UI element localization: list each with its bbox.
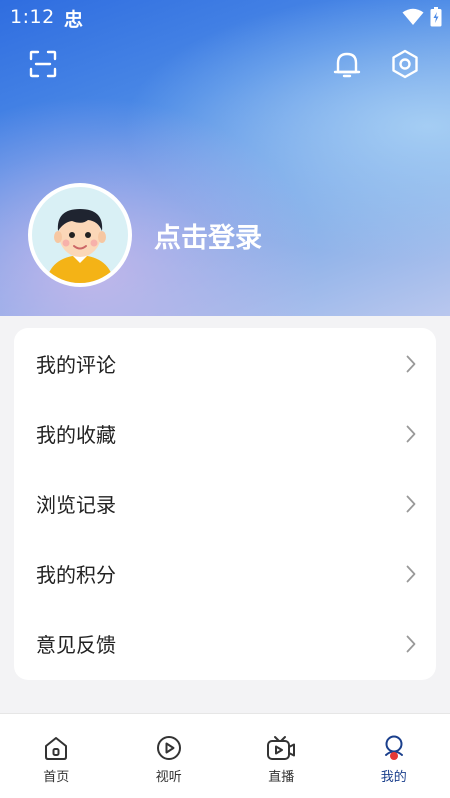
- status-app-glyph: 忠: [64, 5, 83, 32]
- tab-live[interactable]: 直播: [225, 714, 338, 798]
- tab-label: 我的: [381, 766, 407, 785]
- menu-item-label: 我的积分: [36, 559, 116, 588]
- chevron-right-icon: [406, 425, 416, 443]
- menu-card: 我的评论 我的收藏 浏览记录 我的积分 意见反馈: [14, 328, 436, 680]
- tab-label: 视听: [156, 766, 182, 785]
- chevron-right-icon: [406, 565, 416, 583]
- status-time: 1:12: [10, 6, 55, 28]
- scan-icon[interactable]: [25, 46, 61, 82]
- menu-item-history[interactable]: 浏览记录: [14, 468, 436, 538]
- chevron-right-icon: [406, 495, 416, 513]
- menu-item-label: 浏览记录: [36, 489, 116, 518]
- tab-audiovisual[interactable]: 视听: [113, 714, 226, 798]
- menu-item-favorites[interactable]: 我的收藏: [14, 398, 436, 468]
- battery-icon: [430, 7, 442, 31]
- wifi-icon: [402, 8, 424, 30]
- menu-item-comments[interactable]: 我的评论: [14, 328, 436, 398]
- cartoon-boy-avatar: [32, 187, 128, 283]
- chevron-right-icon: [406, 635, 416, 653]
- login-button[interactable]: 点击登录: [154, 216, 262, 255]
- profile-icon: [380, 734, 408, 762]
- tab-label: 直播: [268, 766, 294, 785]
- tab-label: 首页: [43, 766, 69, 785]
- bottom-tab-bar: 首页 视听 直播 我的: [0, 713, 450, 798]
- tab-mine[interactable]: 我的: [338, 714, 450, 798]
- status-bar: 1:12 忠: [0, 0, 450, 36]
- live-tv-icon: [265, 734, 297, 762]
- chevron-right-icon: [406, 355, 416, 373]
- play-circle-icon: [155, 734, 183, 762]
- bell-icon[interactable]: [329, 46, 365, 82]
- menu-item-label: 我的收藏: [36, 419, 116, 448]
- menu-item-label: 我的评论: [36, 349, 116, 378]
- avatar[interactable]: [28, 183, 132, 287]
- profile-header: 1:12 忠: [0, 0, 450, 316]
- home-icon: [42, 734, 70, 762]
- menu-item-feedback[interactable]: 意见反馈: [14, 608, 436, 678]
- tab-home[interactable]: 首页: [0, 714, 113, 798]
- settings-hexagon-icon[interactable]: [387, 46, 423, 82]
- menu-item-label: 意见反馈: [36, 629, 116, 658]
- menu-item-points[interactable]: 我的积分: [14, 538, 436, 608]
